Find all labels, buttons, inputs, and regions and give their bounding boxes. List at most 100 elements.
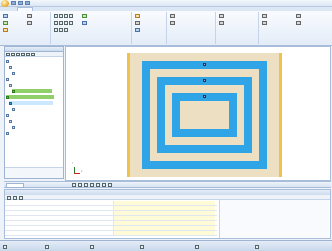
- status-icon-6: [255, 244, 259, 249]
- fit-icon[interactable]: [96, 183, 100, 187]
- view-button[interactable]: [219, 13, 224, 18]
- analysis-button[interactable]: [135, 20, 140, 25]
- property-value[interactable]: [113, 211, 215, 215]
- tool-g-icon: [64, 20, 68, 25]
- viewport-toolbar: [72, 183, 112, 187]
- tree-item[interactable]: [12, 107, 52, 111]
- tree-node-icon: [9, 83, 12, 87]
- port-marker-2[interactable]: [203, 79, 206, 82]
- ribbon-group-1: [1, 12, 51, 44]
- tree-node-icon: [9, 101, 12, 105]
- tool-button-a[interactable]: [54, 13, 73, 18]
- tree-item[interactable]: [12, 89, 52, 93]
- settings-button[interactable]: [296, 13, 301, 18]
- property-value[interactable]: [113, 226, 215, 230]
- status-icon-1: [3, 244, 7, 249]
- tool-b-icon: [59, 13, 63, 18]
- pan-icon[interactable]: [78, 183, 82, 187]
- property-value[interactable]: [113, 216, 215, 220]
- ribbon-group-3: [133, 12, 167, 44]
- box-button[interactable]: [3, 27, 9, 32]
- expand-icon[interactable]: [31, 53, 35, 56]
- ribbon: [0, 11, 332, 46]
- mesh-icon: [27, 20, 32, 25]
- tree-node-icon: [6, 113, 9, 117]
- status-item-6[interactable]: [255, 244, 260, 249]
- tree-item[interactable]: [9, 83, 53, 87]
- edit-button[interactable]: [3, 20, 9, 25]
- property-value[interactable]: [113, 206, 215, 210]
- tree-item[interactable]: [6, 77, 54, 81]
- solve-button[interactable]: [82, 13, 88, 18]
- rotate-icon[interactable]: [102, 183, 106, 187]
- save-icon[interactable]: [11, 1, 16, 5]
- status-item-4[interactable]: [140, 244, 145, 249]
- export-button[interactable]: [135, 27, 140, 32]
- tree-item[interactable]: [6, 131, 54, 135]
- category-icon[interactable]: [13, 196, 17, 200]
- port-button[interactable]: [27, 13, 32, 18]
- report-icon: [135, 13, 140, 18]
- help-button[interactable]: [262, 20, 267, 25]
- property-value[interactable]: [113, 231, 215, 235]
- window-button[interactable]: [296, 20, 301, 25]
- title-bar: [0, 0, 332, 7]
- property-value[interactable]: [113, 201, 215, 205]
- status-item-3[interactable]: [90, 244, 95, 249]
- tree-item[interactable]: [12, 125, 52, 129]
- axis-x-label: X: [81, 171, 83, 173]
- tool-j-icon: [59, 27, 63, 32]
- tree-item[interactable]: [6, 95, 54, 99]
- solve-icon: [82, 13, 87, 18]
- bottom-tab-2[interactable]: [26, 183, 46, 188]
- options-button[interactable]: [262, 13, 267, 18]
- select-icon[interactable]: [72, 183, 76, 187]
- tree-item[interactable]: [12, 71, 52, 75]
- design-viewport[interactable]: X Y: [65, 46, 331, 181]
- report-button[interactable]: [135, 13, 141, 18]
- tree-item[interactable]: [9, 119, 53, 123]
- copy-icon[interactable]: [16, 53, 20, 56]
- application-menu-button[interactable]: [1, 0, 9, 7]
- sort-icon[interactable]: [7, 196, 11, 200]
- pcb-substrate[interactable]: [127, 53, 282, 177]
- status-item-5[interactable]: [195, 244, 200, 249]
- netlist-button[interactable]: [170, 20, 176, 25]
- delete-icon[interactable]: [21, 53, 25, 56]
- property-row: [5, 231, 217, 236]
- scale-ruler: [166, 178, 226, 180]
- zoom-in-icon[interactable]: [84, 183, 88, 187]
- tree-item[interactable]: [6, 59, 54, 63]
- field-button[interactable]: [82, 20, 88, 25]
- new-icon[interactable]: [6, 53, 10, 56]
- zoom-out-icon[interactable]: [90, 183, 94, 187]
- panel-toolbar: [5, 52, 63, 57]
- tree-item[interactable]: [9, 101, 53, 105]
- port-marker-3[interactable]: [203, 95, 206, 98]
- undo-icon[interactable]: [18, 1, 23, 5]
- panel-footer: [5, 167, 63, 178]
- tree-item[interactable]: [9, 65, 53, 69]
- zoom-button[interactable]: [219, 20, 224, 25]
- measure-icon[interactable]: [108, 183, 112, 187]
- status-item-2[interactable]: [45, 244, 50, 249]
- mesh-button[interactable]: [27, 20, 32, 25]
- tool-i-icon: [54, 27, 58, 32]
- property-value[interactable]: [113, 221, 215, 225]
- redo-icon[interactable]: [25, 1, 30, 5]
- layer-button[interactable]: [170, 13, 176, 18]
- port-marker-1[interactable]: [203, 63, 206, 66]
- status-item-1[interactable]: [3, 244, 8, 249]
- refresh-icon[interactable]: [19, 196, 23, 200]
- status-bar: [0, 240, 332, 251]
- tool-button-c[interactable]: [54, 27, 68, 32]
- project-tree-panel: [4, 46, 64, 179]
- tree-item[interactable]: [6, 113, 54, 117]
- tool-button-b[interactable]: [54, 20, 73, 25]
- draw-button[interactable]: [3, 13, 9, 18]
- open-icon[interactable]: [11, 53, 15, 56]
- bottom-tab-3[interactable]: [48, 183, 66, 188]
- bottom-tab-1[interactable]: [6, 183, 24, 188]
- filter-icon[interactable]: [26, 53, 30, 56]
- ribbon-group-6: [260, 12, 330, 44]
